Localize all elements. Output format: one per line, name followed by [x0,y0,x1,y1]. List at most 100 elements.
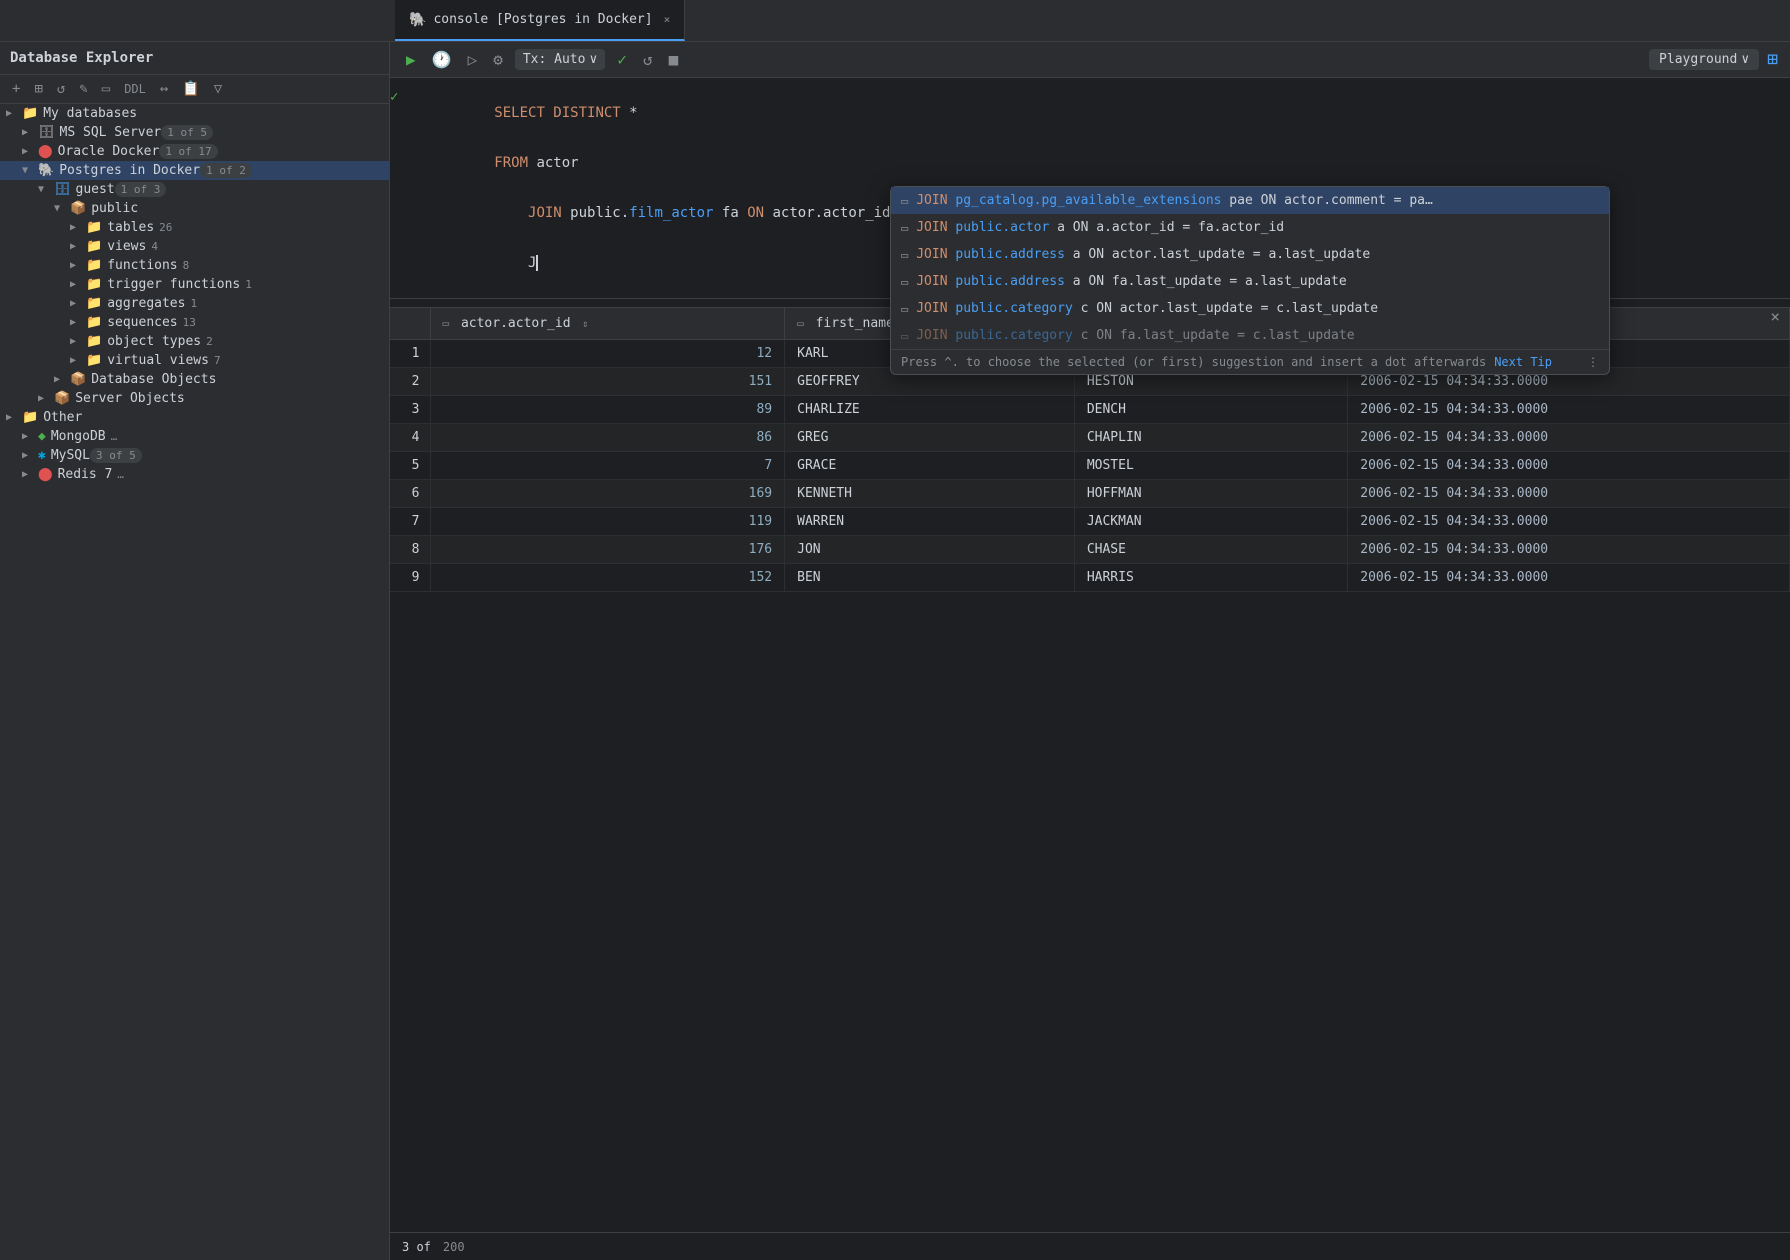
col-label-actor-id: actor.actor_id [461,316,571,331]
tab-label: console [Postgres in Docker] [433,12,652,27]
ac-rest-4: a ON fa.last_update = a.last_update [1065,274,1347,289]
folder-icon-my-databases: 📁 [22,106,38,121]
tree-item-sequences[interactable]: ▶ 📁 sequences 13 [0,313,389,332]
table-row: 5 7 GRACE MOSTEL 2006-02-15 04:34:33.000… [390,452,1790,480]
cell-last-update-7: 2006-02-15 04:34:33.0000 [1348,508,1790,536]
chevron-sequences: ▶ [70,317,82,328]
grid-view-button[interactable]: ⊞ [1767,49,1778,70]
tree-item-tables[interactable]: ▶ 📁 tables 26 [0,218,389,237]
cell-actor-id-2: 151 [430,368,785,396]
ac-item-4[interactable]: ▭ JOIN public.address a ON fa.last_updat… [891,268,1609,295]
script-btn[interactable]: 📋 [178,79,203,99]
stop-button[interactable]: ■ [665,48,683,71]
line-content-2: FROM actor [410,139,1790,187]
jump-btn[interactable]: ↔ [156,79,172,99]
tree-item-mongodb[interactable]: ▶ ◆ MongoDB … [0,427,389,446]
cell-last-update-9: 2006-02-15 04:34:33.0000 [1348,564,1790,592]
tree-item-aggregates[interactable]: ▶ 📁 aggregates 1 [0,294,389,313]
tree-item-object-types[interactable]: ▶ 📁 object types 2 [0,332,389,351]
tree-item-db-objects[interactable]: ▶ 📦 Database Objects [0,370,389,389]
history-button[interactable]: 🕐 [428,48,456,71]
label-db-objects: Database Objects [91,372,216,387]
tree-item-other[interactable]: ▶ 📁 Other [0,408,389,427]
cell-last-update-4: 2006-02-15 04:34:33.0000 [1348,424,1790,452]
ac-text-6: JOIN public.category c ON fa.last_update… [916,328,1354,343]
console-btn[interactable]: ▭ [98,79,114,99]
chevron-redis: ▶ [22,469,34,480]
editor-area[interactable]: ✓ SELECT DISTINCT * FROM actor JOIN publ… [390,78,1790,298]
badge-guest: 1 of 3 [115,182,167,197]
table-row: 9 152 BEN HARRIS 2006-02-15 04:34:33.000… [390,564,1790,592]
refresh-btn[interactable]: ↺ [53,79,69,99]
console-tab[interactable]: 🐘 console [Postgres in Docker] × [395,0,685,41]
ac-ident-5: public.category [955,301,1072,316]
tree-item-server-objects[interactable]: ▶ 📦 Server Objects [0,389,389,408]
tree-item-functions[interactable]: ▶ 📁 functions 8 [0,256,389,275]
results-area: × ▭ actor.actor_id ⇕ ▭ [390,298,1790,1260]
row-num-2: 2 [390,368,430,396]
tx-dropdown[interactable]: Tx: Auto ∨ [515,49,605,70]
schema-btn[interactable]: ⊞ [30,79,46,99]
run-all-button[interactable]: ▷ [464,48,482,71]
ac-kw-6: JOIN [916,328,955,343]
badge-tables: 26 [159,221,172,234]
playground-dropdown[interactable]: Playground ∨ [1649,49,1759,70]
run-button[interactable]: ▶ [402,48,420,71]
table-row: 7 119 WARREN JACKMAN 2006-02-15 04:34:33… [390,508,1790,536]
ac-text-4: JOIN public.address a ON fa.last_update … [916,274,1346,289]
tx-arrow: ∨ [589,52,597,67]
tree-item-mysql[interactable]: ▶ ✱ MySQL 3 of 5 [0,446,389,465]
tree-item-public[interactable]: ▼ 📦 public [0,199,389,218]
ac-item-5[interactable]: ▭ JOIN public.category c ON actor.last_u… [891,295,1609,322]
sidebar-title: Database Explorer [10,50,379,66]
row-num-1: 1 [390,340,430,368]
ac-item-3[interactable]: ▭ JOIN public.address a ON actor.last_up… [891,241,1609,268]
commit-button[interactable]: ✓ [613,48,631,71]
results-table[interactable]: ▭ actor.actor_id ⇕ ▭ first_name ⇕ ▭ [390,308,1790,1232]
ac-ident-1: pg_catalog.pg_available_extensions [955,193,1221,208]
tree-item-views[interactable]: ▶ 📁 views 4 [0,237,389,256]
label-sequences: sequences [107,315,177,330]
editor-toolbar: ▶ 🕐 ▷ ⚙ Tx: Auto ∨ ✓ ↺ ■ Playground ∨ ⊞ [390,42,1790,78]
ac-item-6[interactable]: ▭ JOIN public.category c ON fa.last_upda… [891,322,1609,349]
postgres-icon: 🐘 [38,163,54,178]
ac-text-5: JOIN public.category c ON actor.last_upd… [916,301,1378,316]
tree-item-redis[interactable]: ▶ ⬤ Redis 7 … [0,465,389,484]
cell-first-name-3: CHARLIZE [785,396,1075,424]
cell-actor-id-9: 152 [430,564,785,592]
tree-item-my-databases[interactable]: ▶ 📁 My databases [0,104,389,123]
ddl-btn[interactable]: DDL [120,80,150,98]
next-tip-button[interactable]: Next Tip [1494,355,1552,369]
autocomplete-hint: Press ^. to choose the selected (or firs… [891,349,1609,374]
undo-button[interactable]: ↺ [639,48,657,71]
label-object-types: object types [107,334,201,349]
th-actor-id[interactable]: ▭ actor.actor_id ⇕ [430,308,785,340]
ac-item-1[interactable]: ▭ JOIN pg_catalog.pg_available_extension… [891,187,1609,214]
table-row: 8 176 JON CHASE 2006-02-15 04:34:33.0000 [390,536,1790,564]
ac-kw-2: JOIN [916,220,955,235]
tree-item-guest[interactable]: ▼ 🗄 guest 1 of 3 [0,180,389,199]
tree-item-virtual-views[interactable]: ▶ 📁 virtual views 7 [0,351,389,370]
table-row: 3 89 CHARLIZE DENCH 2006-02-15 04:34:33.… [390,396,1790,424]
ac-item-2[interactable]: ▭ JOIN public.actor a ON a.actor_id = fa… [891,214,1609,241]
tab-close-icon[interactable]: × [664,13,671,26]
ac-more-icon[interactable]: ⋮ [1587,355,1599,369]
tree-item-postgres[interactable]: ▼ 🐘 Postgres in Docker 1 of 2 [0,161,389,180]
ac-join-icon-1: ▭ [901,194,908,208]
ac-join-icon-5: ▭ [901,302,908,316]
row-num-7: 7 [390,508,430,536]
table-body: 1 12 KARL BERRY 2006-02-15 04:34:33.0000… [390,340,1790,592]
results-close-button[interactable]: × [1770,307,1780,326]
tree-item-oracle[interactable]: ▶ ⬤ Oracle Docker 1 of 17 [0,142,389,161]
add-connection-btn[interactable]: + [8,79,24,99]
cell-actor-id-4: 86 [430,424,785,452]
settings-button[interactable]: ⚙ [489,48,507,71]
label-mysql: MySQL [51,448,90,463]
badge-mongodb: … [111,430,118,443]
filter-btn[interactable]: ▽ [210,79,226,99]
tree-item-trigger-functions[interactable]: ▶ 📁 trigger functions 1 [0,275,389,294]
sort-icon-actor-id[interactable]: ⇕ [582,319,588,330]
tree-item-mssql[interactable]: ▶ 🗄 MS SQL Server 1 of 5 [0,123,389,142]
edit-btn[interactable]: ✎ [75,79,91,99]
badge-mysql: 3 of 5 [90,448,142,463]
